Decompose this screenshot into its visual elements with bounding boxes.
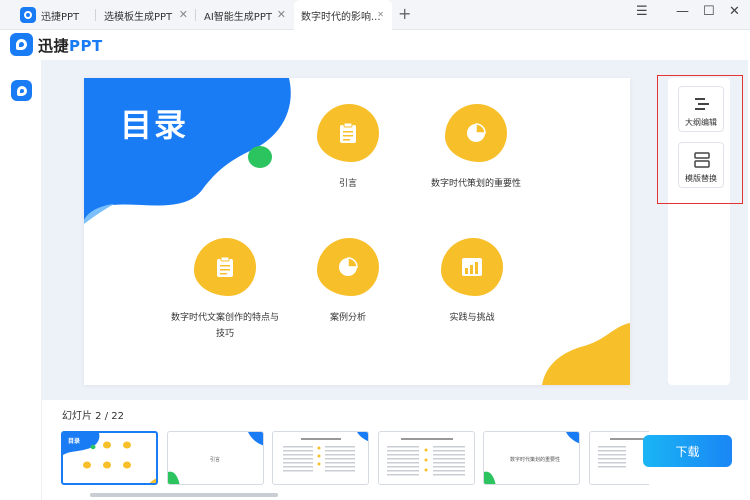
slide-thumbnail-2[interactable]: 目录 xyxy=(61,431,158,485)
toc-item-practice[interactable]: 实践与挑战 xyxy=(424,238,520,326)
toc-item-copywriting[interactable]: 数字时代文案创作的特点与技巧 xyxy=(170,238,280,342)
clipboard-icon xyxy=(317,104,379,162)
slide-thumbnail-6[interactable]: 数字时代策划的重要性 xyxy=(483,431,580,485)
slide-thumbnail-3[interactable]: 引言 xyxy=(167,431,264,485)
tab-label: 数字时代的影响... xyxy=(301,11,381,23)
tab-label: 迅捷PPT xyxy=(41,11,80,23)
horizontal-scrollbar[interactable] xyxy=(90,493,278,497)
slide-counter: 幻灯片 2 / 22 xyxy=(62,411,124,422)
slide-thumbnail-7[interactable] xyxy=(589,431,649,485)
thumbnail-title: 目录 xyxy=(68,438,81,445)
tab-current-document[interactable]: 数字时代的影响... ✕ xyxy=(294,0,392,30)
green-dot-shape xyxy=(248,146,272,168)
thumbnail-title: 数字时代策划的重要性 xyxy=(510,457,561,463)
left-rail xyxy=(0,60,42,500)
slide-thumbnail-4[interactable] xyxy=(272,431,369,485)
tab-label: AI智能生成PPT xyxy=(204,11,272,23)
tab-home[interactable]: 迅捷PPT xyxy=(20,0,96,30)
tab-label: 选模板生成PPT xyxy=(104,11,173,23)
close-icon[interactable]: ✕ xyxy=(277,8,286,21)
toc-item-case-study[interactable]: 案例分析 xyxy=(300,238,396,326)
brand-name: 迅捷PPT xyxy=(38,37,103,55)
clipboard-icon xyxy=(194,238,256,296)
tab-ai-generate[interactable]: AI智能生成PPT ✕ xyxy=(196,0,294,30)
toc-item-intro[interactable]: 引言 xyxy=(300,104,396,192)
close-window-icon[interactable]: ✕ xyxy=(729,4,740,19)
app-logo-icon xyxy=(20,7,36,23)
slide-thumbnail-5[interactable] xyxy=(378,431,475,485)
pie-chart-icon xyxy=(317,238,379,296)
app-header: 迅捷PPT xyxy=(0,30,750,60)
close-icon[interactable]: ✕ xyxy=(377,10,384,19)
slide-canvas[interactable]: 目录 引言 数字时代策划的重要性 数字时代文案创作的特点与技巧 案例分析 实践与… xyxy=(84,78,630,385)
maximize-icon[interactable]: ☐ xyxy=(703,4,715,19)
toc-item-label: 数字时代策划的重要性 xyxy=(430,179,521,189)
new-tab-plus-icon[interactable]: + xyxy=(398,4,411,23)
minimize-icon[interactable]: — xyxy=(676,4,689,19)
slide-title[interactable]: 目录 xyxy=(120,100,188,146)
menu-icon[interactable]: ☰ xyxy=(636,4,648,19)
toc-item-importance[interactable]: 数字时代策划的重要性 xyxy=(416,104,536,192)
thumbnail-title: 引言 xyxy=(210,457,221,463)
toc-item-label: 实践与挑战 xyxy=(449,313,495,323)
bar-chart-icon xyxy=(441,238,503,296)
pie-chart-icon xyxy=(445,104,507,162)
toc-item-label: 案例分析 xyxy=(329,313,366,323)
highlight-box xyxy=(657,75,743,204)
brand-logo-icon xyxy=(10,33,33,56)
toc-item-label: 引言 xyxy=(338,179,357,189)
app-home-icon[interactable] xyxy=(11,80,32,101)
yellow-corner-shape xyxy=(542,323,630,385)
close-icon[interactable]: ✕ xyxy=(179,8,188,21)
toc-item-label: 数字时代文案创作的特点与技巧 xyxy=(170,313,279,339)
download-button[interactable]: 下载 xyxy=(643,435,732,467)
tab-bar: 迅捷PPT 选模板生成PPT ✕ AI智能生成PPT ✕ 数字时代的影响... … xyxy=(0,0,750,30)
tab-template-generate[interactable]: 选模板生成PPT ✕ xyxy=(96,0,196,30)
